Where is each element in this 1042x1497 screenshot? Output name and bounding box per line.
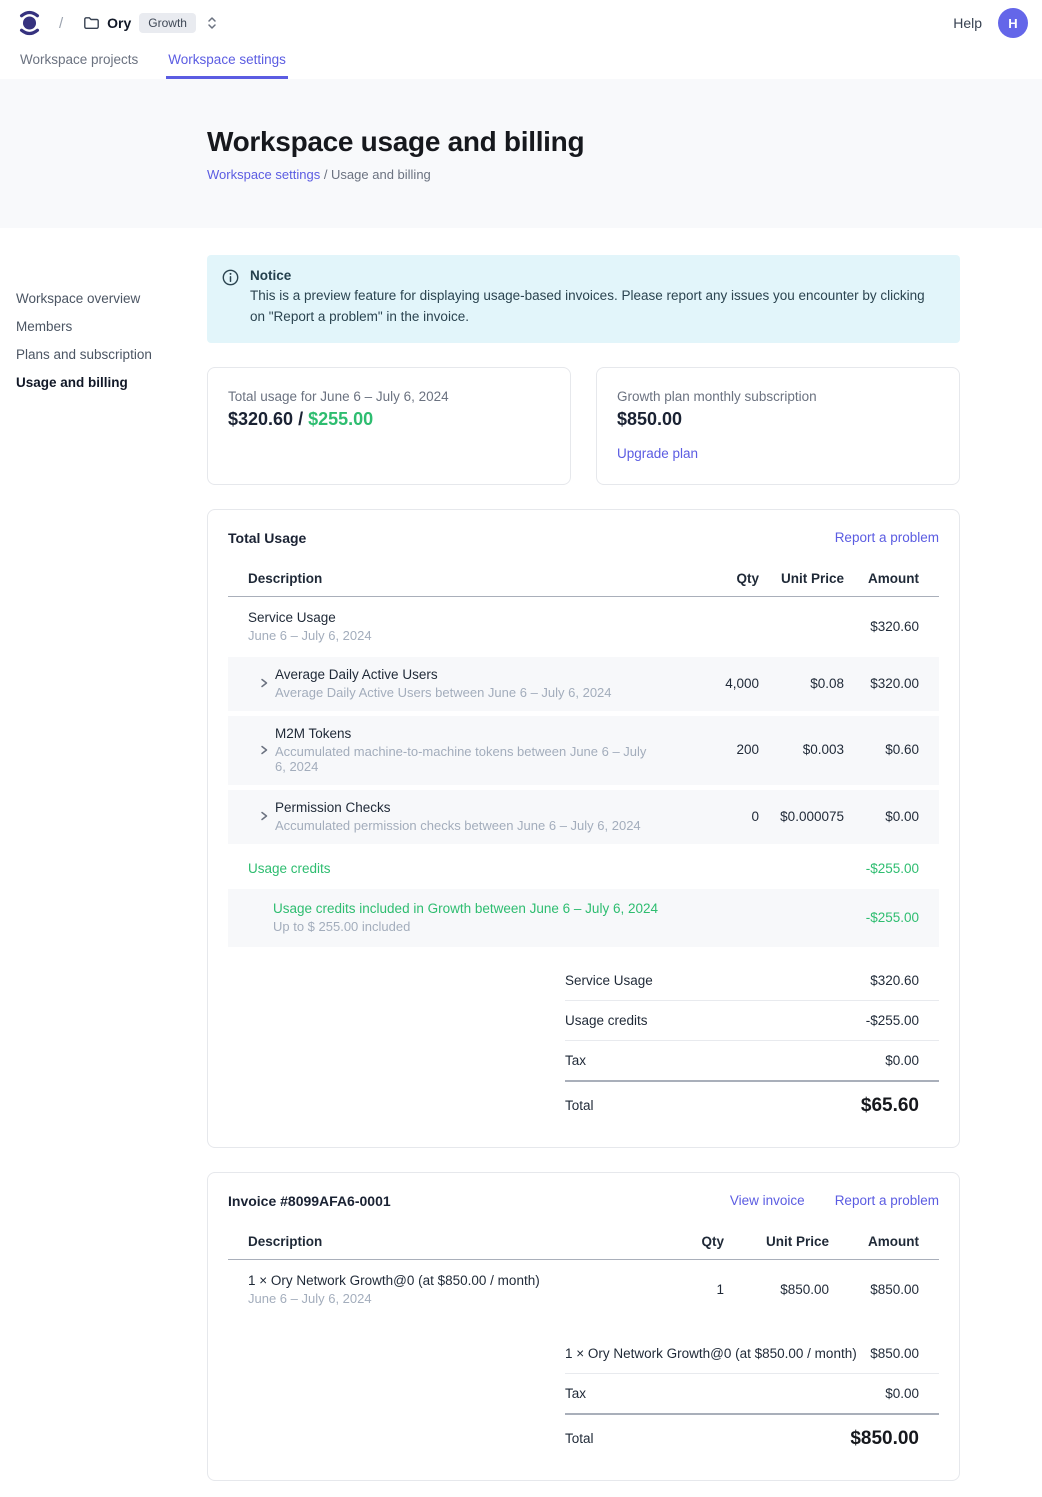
table-row: Usage credits included in Growth between…	[228, 889, 939, 947]
invoice-summary: 1 × Ory Network Growth@0 (at $850.00 / m…	[565, 1334, 939, 1456]
sidebar-item-plans-and-subscription[interactable]: Plans and subscription	[16, 347, 186, 362]
breadcrumb-current: / Usage and billing	[320, 167, 431, 182]
ory-logo-icon[interactable]	[18, 9, 41, 37]
upgrade-plan-link[interactable]: Upgrade plan	[617, 446, 698, 461]
invoice-table-card: Invoice #8099AFA6-0001 View invoice Repo…	[207, 1172, 960, 1481]
usage-table-title: Total Usage	[228, 530, 306, 546]
chevron-right-icon[interactable]	[258, 809, 270, 823]
user-avatar[interactable]: H	[998, 8, 1028, 38]
total-usage-value: $320.60 / $255.00	[228, 409, 550, 430]
notice-banner: Notice This is a preview feature for dis…	[207, 255, 960, 343]
tab-workspace-settings[interactable]: Workspace settings	[166, 46, 288, 79]
settings-sidebar: Workspace overview Members Plans and sub…	[16, 291, 186, 403]
summary-row: Usage credits-$255.00	[565, 1001, 939, 1041]
table-row[interactable]: Average Daily Active UsersAverage Daily …	[228, 657, 939, 711]
table-row: Service UsageJune 6 – July 6, 2024 $320.…	[228, 597, 939, 657]
summary-row: Tax$0.00	[565, 1374, 939, 1415]
folder-icon	[83, 15, 99, 31]
page-title: Workspace usage and billing	[207, 126, 1042, 158]
sidebar-item-members[interactable]: Members	[16, 319, 186, 334]
workspace-name: Ory	[107, 15, 131, 31]
info-icon	[222, 269, 239, 286]
workspace-switcher[interactable]: Ory Growth	[83, 13, 218, 33]
invoice-title: Invoice #8099AFA6-0001	[228, 1193, 391, 1209]
summary-total-row: Total$850.00	[565, 1415, 939, 1456]
total-usage-card: Total usage for June 6 – July 6, 2024 $3…	[207, 367, 571, 485]
usage-credit-value: $255.00	[308, 409, 373, 429]
chevron-right-icon[interactable]	[258, 676, 270, 690]
usage-table-header: Description Qty Unit Price Amount	[228, 562, 939, 597]
report-problem-link-usage[interactable]: Report a problem	[835, 530, 939, 545]
report-problem-link-invoice[interactable]: Report a problem	[835, 1193, 939, 1208]
main-content: Notice This is a preview feature for dis…	[207, 255, 960, 1497]
breadcrumb-separator: /	[59, 15, 63, 32]
summary-row: 1 × Ory Network Growth@0 (at $850.00 / m…	[565, 1334, 939, 1374]
workspace-tabbar: Workspace projects Workspace settings	[0, 46, 1042, 79]
help-link[interactable]: Help	[953, 15, 982, 31]
notice-body: This is a preview feature for displaying…	[250, 286, 936, 328]
unfold-more-icon[interactable]	[206, 16, 218, 30]
plan-badge: Growth	[139, 13, 196, 33]
chevron-right-icon[interactable]	[258, 743, 270, 757]
sidebar-item-workspace-overview[interactable]: Workspace overview	[16, 291, 186, 306]
summary-row: Service Usage$320.60	[565, 961, 939, 1001]
breadcrumb-workspace-settings-link[interactable]: Workspace settings	[207, 167, 320, 182]
usage-summary: Service Usage$320.60 Usage credits-$255.…	[565, 961, 939, 1123]
plan-subscription-card: Growth plan monthly subscription $850.00…	[596, 367, 960, 485]
top-bar: / Ory Growth Help H	[0, 0, 1042, 46]
table-row: 1 × Ory Network Growth@0 (at $850.00 / m…	[228, 1260, 939, 1320]
page-header: Workspace usage and billing Workspace se…	[0, 79, 1042, 228]
table-row: Usage credits -$255.00	[228, 849, 939, 889]
total-usage-label: Total usage for June 6 – July 6, 2024	[228, 389, 550, 404]
sidebar-item-usage-and-billing[interactable]: Usage and billing	[16, 375, 186, 390]
notice-title: Notice	[250, 268, 936, 283]
view-invoice-link[interactable]: View invoice	[730, 1193, 805, 1208]
plan-label: Growth plan monthly subscription	[617, 389, 939, 404]
plan-amount: $850.00	[617, 409, 939, 430]
table-row[interactable]: M2M TokensAccumulated machine-to-machine…	[228, 716, 939, 785]
total-usage-table-card: Total Usage Report a problem Description…	[207, 509, 960, 1148]
table-row[interactable]: Permission ChecksAccumulated permission …	[228, 790, 939, 844]
summary-row: Tax$0.00	[565, 1041, 939, 1082]
invoice-table-header: Description Qty Unit Price Amount	[228, 1225, 939, 1260]
tab-workspace-projects[interactable]: Workspace projects	[18, 46, 140, 79]
breadcrumb: Workspace settings / Usage and billing	[207, 167, 1042, 182]
summary-total-row: Total$65.60	[565, 1082, 939, 1123]
